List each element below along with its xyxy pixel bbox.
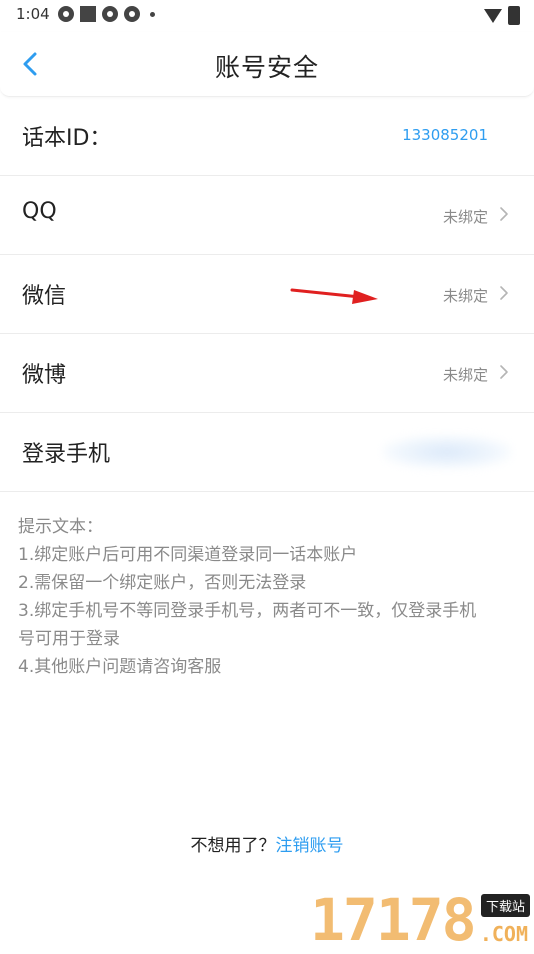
row-label: 话本ID： xyxy=(22,126,112,151)
tips-title: 提示文本： xyxy=(18,517,103,537)
watermark-badge: 下载站 xyxy=(480,894,530,917)
row-label: 登录手机 xyxy=(22,442,111,467)
wifi-icon xyxy=(484,8,502,23)
bind-status: 未绑定 xyxy=(442,287,488,305)
tip-line: 2.需保留一个绑定账户，否则无法登录 xyxy=(18,573,307,593)
row-huaben-id: 话本ID： 133085201 xyxy=(0,97,534,176)
row-wechat[interactable]: 微信 未绑定 xyxy=(0,255,534,334)
status-time: 1:04 xyxy=(16,5,50,23)
status-bar: 1:04 xyxy=(0,0,534,30)
huaben-id-value: 133085201 xyxy=(402,126,488,144)
tip-line: 1.绑定账户后可用不同渠道登录同一话本账户 xyxy=(18,545,358,565)
notification-icons xyxy=(58,6,155,22)
nav-bar: 账号安全 xyxy=(0,32,534,97)
tip-line: 号可用于登录 xyxy=(18,629,120,649)
row-weibo[interactable]: 微博 未绑定 xyxy=(0,334,534,413)
red-arrow-annotation xyxy=(290,288,378,304)
row-login-phone[interactable]: 登录手机 xyxy=(0,413,534,492)
row-label: QQ xyxy=(22,199,57,224)
row-label: 微博 xyxy=(22,363,67,388)
chevron-right-icon xyxy=(500,286,508,300)
system-icons xyxy=(484,6,520,25)
footer: 不想用了？注销账号 xyxy=(0,831,534,856)
tip-line: 4.其他账户问题请咨询客服 xyxy=(18,657,222,677)
bind-status: 未绑定 xyxy=(442,208,488,226)
cancel-account-link[interactable]: 注销账号 xyxy=(276,836,344,856)
phone-number-blurred xyxy=(382,435,512,469)
more-notifications-icon xyxy=(150,11,155,17)
square-notification-icon xyxy=(80,6,96,22)
page-title: 账号安全 xyxy=(214,53,319,82)
bind-status: 未绑定 xyxy=(442,366,488,384)
chevron-right-icon xyxy=(500,207,508,221)
tip-line: 3.绑定手机号不等同登录手机号，两者可不一致，仅登录手机 xyxy=(18,601,477,621)
row-label: 微信 xyxy=(22,284,67,309)
tips-section: 提示文本： 1.绑定账户后可用不同渠道登录同一话本账户 2.需保留一个绑定账户，… xyxy=(18,513,518,681)
account-list: 话本ID： 133085201 QQ 未绑定 微信 未绑定 微博 未绑定 登录手… xyxy=(0,97,534,492)
chevron-right-icon xyxy=(500,365,508,379)
app-notification-icon xyxy=(102,6,118,22)
watermark-number: 17178 xyxy=(310,886,477,954)
watermark-logo: 17178 下载站 .COM xyxy=(310,882,534,954)
battery-icon xyxy=(508,6,520,25)
row-qq[interactable]: QQ 未绑定 xyxy=(0,176,534,255)
app-notification-icon xyxy=(58,6,74,22)
app-notification-icon xyxy=(124,6,140,22)
footer-prompt: 不想用了？ xyxy=(190,836,276,856)
watermark-domain: .COM xyxy=(479,922,528,946)
